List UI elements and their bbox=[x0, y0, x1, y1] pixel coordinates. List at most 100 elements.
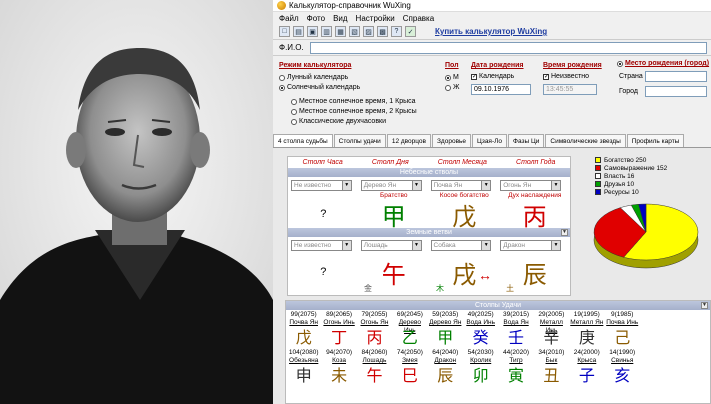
day-branch-select[interactable]: Лошадь ▼ bbox=[360, 240, 422, 251]
local-time-1-radio[interactable]: Местное солнечное время, 1 Крыса bbox=[291, 98, 416, 105]
branch-glyphs: ? 午 戌 辰 bbox=[288, 252, 570, 292]
luck-age-year-lower: 84(2060) bbox=[361, 349, 388, 356]
birth-place-radio[interactable]: Место рождения (город) bbox=[617, 60, 709, 67]
doc-icon[interactable]: ▧ bbox=[349, 26, 360, 37]
month-stem-select[interactable]: Почва Ян ▼ bbox=[430, 180, 492, 191]
buy-link[interactable]: Купить калькулятор WuXing bbox=[435, 27, 547, 36]
luck-branch-glyph: 未 bbox=[331, 366, 348, 385]
luck-column[interactable]: 19(1995) Металл Ян 庚 24(2000) Крыса 子 bbox=[569, 310, 604, 386]
city-label: Город bbox=[619, 88, 638, 95]
tab-qi-phases[interactable]: Фазы Ци bbox=[508, 134, 545, 147]
menu-file[interactable]: Файл bbox=[279, 14, 299, 23]
birth-time-input[interactable]: 13:45:55 bbox=[543, 84, 597, 95]
tab-12-palaces[interactable]: 12 дворцов bbox=[386, 134, 431, 147]
luck-column[interactable]: 59(2035) Дерево Ян 甲 64(2040) Дракон 辰 bbox=[428, 310, 463, 386]
print-icon[interactable]: ▥ bbox=[321, 26, 332, 37]
city-input[interactable] bbox=[645, 86, 707, 97]
luck-stem-name: Огонь Инь bbox=[323, 319, 355, 326]
luck-column[interactable]: 69(2045) Дерево Инь 乙 74(2050) Змея 巳 bbox=[392, 310, 427, 386]
sex-male-radio[interactable]: М bbox=[445, 74, 459, 81]
tab-symbolic-stars[interactable]: Символические звезды bbox=[545, 134, 626, 147]
menu-photo[interactable]: Фото bbox=[307, 14, 325, 23]
luck-branch-name: Крыса bbox=[577, 357, 597, 364]
luck-column[interactable]: 89(2065) Огонь Инь 丁 94(2070) Коза 未 bbox=[321, 310, 356, 386]
help-icon[interactable]: ? bbox=[391, 26, 402, 37]
stem-glyphs: ? 甲 戊 丙 bbox=[288, 200, 570, 231]
local-time-2-radio[interactable]: Местное солнечное время, 2 Крысы bbox=[291, 108, 417, 115]
time-unknown-checkbox[interactable]: ✓ Неизвестно bbox=[543, 73, 589, 80]
calc-mode-label: Режим калькулятора bbox=[279, 62, 352, 69]
luck-age-year-lower: 14(1990) bbox=[609, 349, 636, 356]
year-stem-select[interactable]: Огонь Ян ▼ bbox=[500, 180, 561, 191]
luck-collapse-icon[interactable]: ▼ bbox=[701, 302, 708, 309]
tab-chart-profile[interactable]: Профиль карты bbox=[626, 134, 685, 147]
legend-wealth-swatch bbox=[595, 157, 601, 163]
luck-column[interactable]: 9(1985) Почва Инь 己 14(1990) Свинья 亥 bbox=[605, 310, 640, 386]
menu-view[interactable]: Вид bbox=[333, 14, 347, 23]
day-stem-select[interactable]: Дерево Ян ▼ bbox=[360, 180, 422, 191]
copy-icon[interactable]: ▦ bbox=[335, 26, 346, 37]
legend-expression-swatch bbox=[595, 165, 601, 171]
collapse-icon[interactable]: ▼ bbox=[561, 229, 568, 236]
country-input[interactable] bbox=[645, 71, 707, 82]
save-icon[interactable]: ▣ bbox=[307, 26, 318, 37]
hour-stem-glyph: ? bbox=[320, 208, 327, 220]
luck-stem-name: Огонь Ян bbox=[360, 319, 389, 326]
heavenly-stems-bar: Небесные стволы bbox=[288, 168, 570, 177]
tab-health[interactable]: Здоровье bbox=[432, 134, 472, 147]
menu-bar: Файл Фото Вид Настройки Справка bbox=[273, 12, 711, 24]
month-stem-glyph: 戊 bbox=[452, 202, 477, 231]
toolbar: □ ▤ ▣ ▥ ▦ ▧ ▨ ▩ ? ✓ Купить калькулятор W… bbox=[273, 24, 711, 40]
exit-icon[interactable]: ✓ bbox=[405, 26, 416, 37]
book-icon[interactable]: ▩ bbox=[377, 26, 388, 37]
luck-column[interactable]: 39(2015) Вода Ян 壬 44(2020) Тигр 寅 bbox=[498, 310, 533, 386]
tab-luck-pillars[interactable]: Столпы удачи bbox=[333, 134, 386, 147]
luck-column[interactable]: 79(2055) Огонь Ян 丙 84(2060) Лошадь 午 bbox=[357, 310, 392, 386]
luck-stem-glyph: 己 bbox=[614, 328, 631, 347]
hour-branch-select[interactable]: Не известно ▼ bbox=[291, 240, 352, 251]
luck-stem-glyph: 甲 bbox=[437, 328, 454, 347]
luck-age-year-lower: 94(2070) bbox=[326, 349, 353, 356]
menu-settings[interactable]: Настройки bbox=[356, 14, 395, 23]
legend-resources-swatch bbox=[595, 189, 601, 195]
month-pillar-header: Столп Месяца bbox=[437, 159, 487, 166]
luck-stem-name: Вода Ян bbox=[503, 319, 529, 326]
luck-branch-glyph: 子 bbox=[578, 366, 595, 385]
luck-branch-glyph: 丑 bbox=[543, 366, 560, 385]
birth-date-input[interactable]: 09.10.1976 bbox=[471, 84, 531, 95]
legend-expression: Самовыражение 152 bbox=[595, 164, 667, 172]
luck-age-year: 69(2045) bbox=[396, 311, 423, 318]
new-icon[interactable]: □ bbox=[279, 26, 290, 37]
sex-female-radio[interactable]: Ж bbox=[445, 84, 459, 91]
tab-content: Столп Часа Столп Дня Столп Месяца Столп … bbox=[273, 148, 711, 404]
luck-branch-glyph: 申 bbox=[295, 366, 312, 385]
open-icon[interactable]: ▤ bbox=[293, 26, 304, 37]
solar-radio[interactable]: Солнечный календарь bbox=[279, 84, 360, 91]
month-branch-select[interactable]: Собака ▼ bbox=[430, 240, 492, 251]
legend-friends-swatch bbox=[595, 181, 601, 187]
luck-column[interactable]: 99(2075) Почва Ян 戊 104(2080) Обезьяна 申 bbox=[286, 310, 321, 386]
fio-input[interactable] bbox=[309, 41, 707, 54]
calendar-checkbox[interactable]: ✓ Календарь bbox=[471, 73, 514, 80]
classic-hours-radio[interactable]: Классические двухчасовки bbox=[291, 118, 386, 125]
luck-stem-name: Дерево Ян bbox=[429, 319, 462, 326]
luck-column[interactable]: 49(2025) Вода Инь 癸 54(2030) Кролик 卯 bbox=[463, 310, 498, 386]
hour-branch-glyph: ? bbox=[320, 266, 327, 278]
luck-age-year: 39(2015) bbox=[503, 311, 530, 318]
tab-tsaya-lo[interactable]: Цзая-Ло bbox=[472, 134, 507, 147]
luck-stem-name: Металл Инь bbox=[539, 319, 563, 334]
luck-stem-glyph: 乙 bbox=[401, 328, 418, 347]
year-branch-select[interactable]: Дракон ▼ bbox=[500, 240, 561, 251]
hour-stem-select[interactable]: Не известно ▼ bbox=[291, 180, 352, 191]
lunar-radio[interactable]: Лунный календарь bbox=[279, 74, 348, 81]
luck-stem-name: Вода Инь bbox=[466, 319, 495, 326]
luck-age-year: 59(2035) bbox=[432, 311, 459, 318]
stem-selects: Не известно ▼ Дерево Ян ▼ Почва Ян ▼ Огонь … bbox=[288, 180, 570, 192]
tab-four-pillars[interactable]: 4 столпа судьбы bbox=[273, 134, 333, 147]
clash-arrow-icon: ↔ bbox=[478, 267, 492, 283]
luck-stem-glyph: 壬 bbox=[508, 328, 525, 347]
menu-help[interactable]: Справка bbox=[403, 14, 434, 23]
calendar-icon[interactable]: ▨ bbox=[363, 26, 374, 37]
luck-column[interactable]: 29(2005) Металл Инь 辛 34(2010) Бык 丑 bbox=[534, 310, 569, 386]
hidden-wood-glyph: 木 bbox=[436, 284, 444, 293]
